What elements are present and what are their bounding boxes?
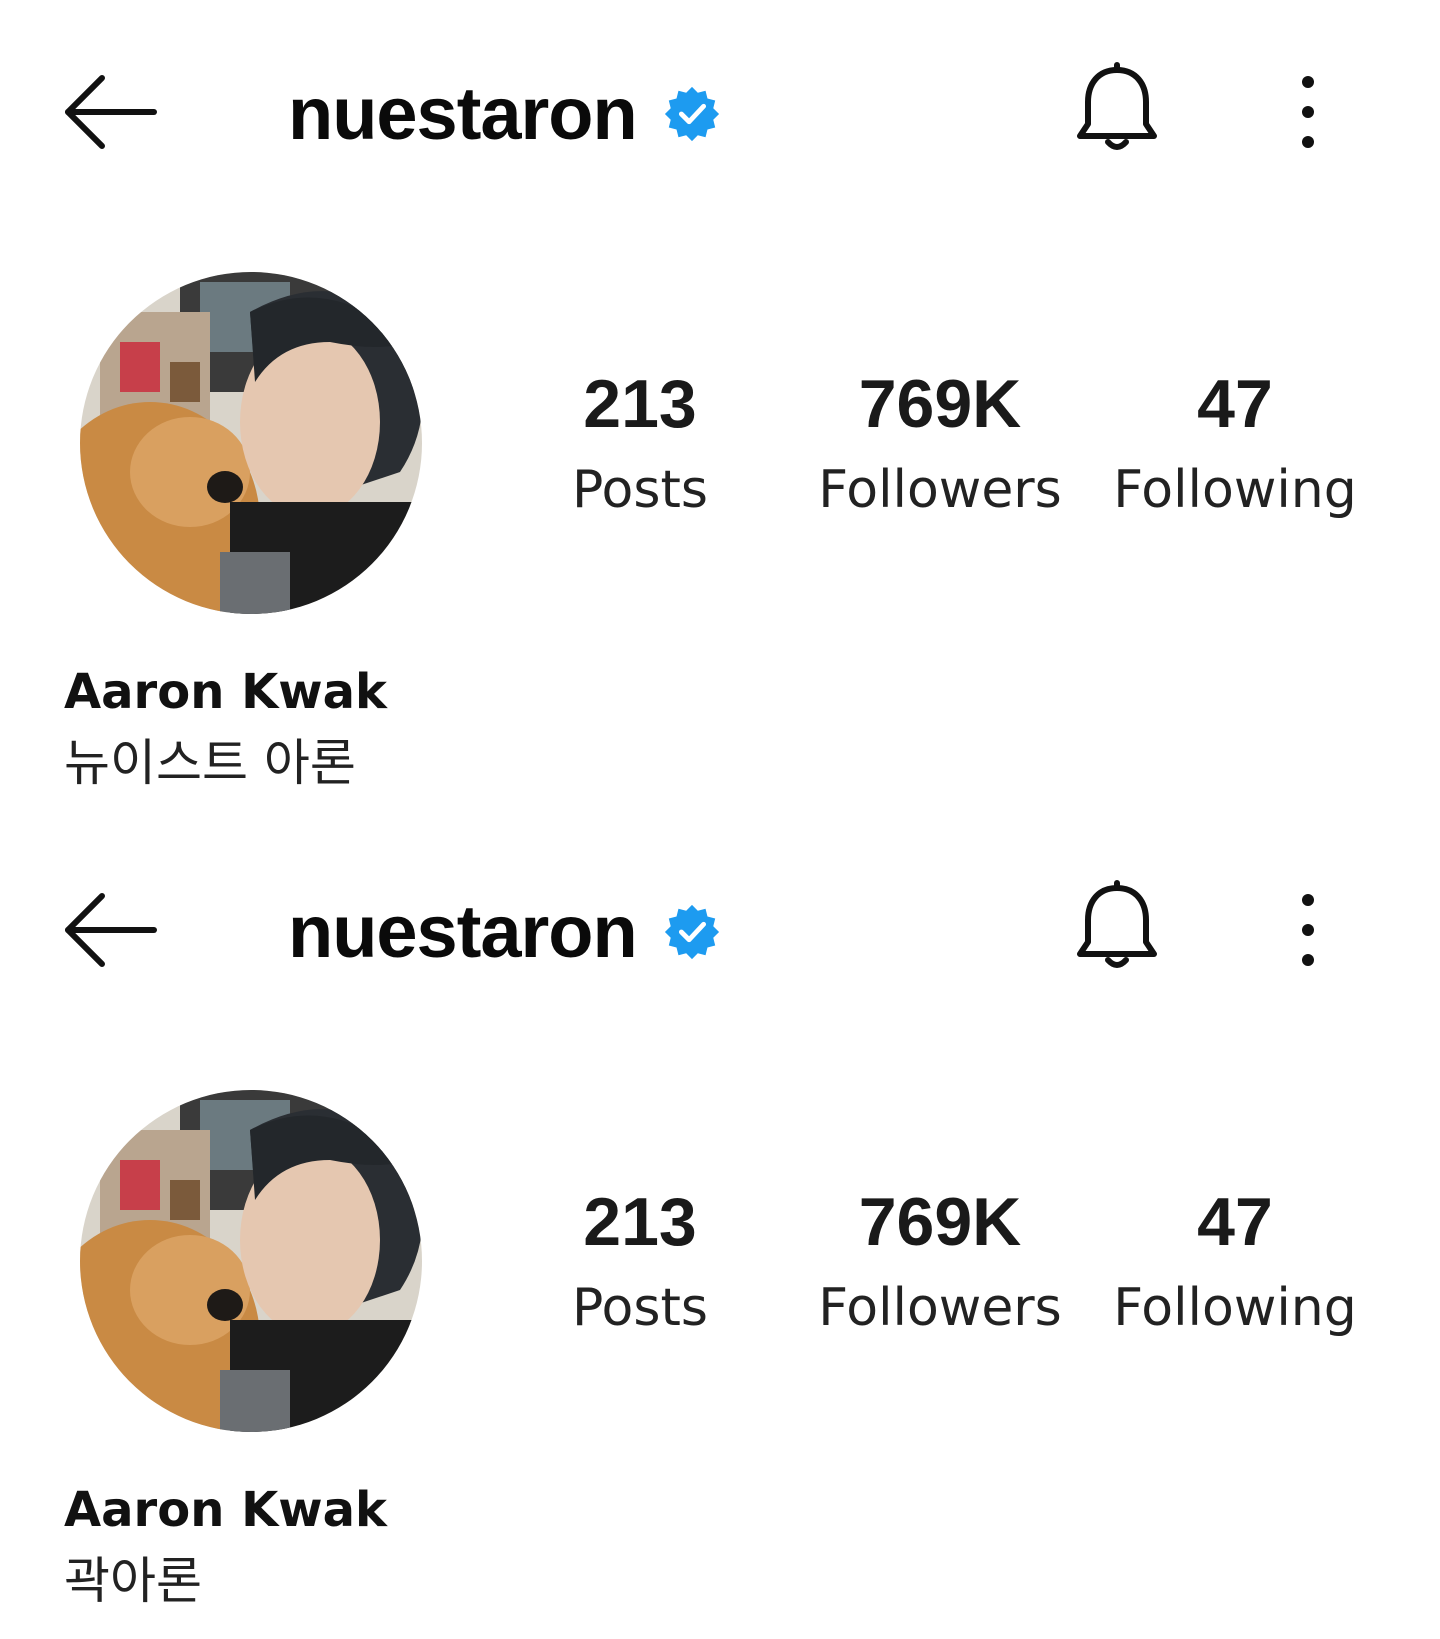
bio: 곽아론 <box>64 1552 202 1610</box>
followers-label: Followers <box>818 460 1062 520</box>
back-button[interactable] <box>62 72 162 152</box>
followers-label: Followers <box>818 1278 1062 1338</box>
username: nuestaron <box>288 890 638 973</box>
username: nuestaron <box>288 72 638 155</box>
posts-value: 213 <box>583 1184 697 1260</box>
posts-count[interactable]: 213 Posts <box>560 370 720 516</box>
profile-header-1: nuestaron 213 Posts 769K Followers 47 Fo… <box>0 0 1440 820</box>
profile-avatar[interactable] <box>80 272 422 614</box>
back-arrow-icon <box>65 893 157 967</box>
following-value: 47 <box>1197 366 1273 442</box>
posts-count[interactable]: 213 Posts <box>560 1188 720 1334</box>
avatar-image <box>80 272 422 614</box>
posts-label: Posts <box>572 460 708 520</box>
more-options-button[interactable] <box>1280 890 1336 970</box>
followers-value: 769K <box>858 366 1022 442</box>
notifications-button[interactable] <box>1072 62 1162 158</box>
display-name: Aaron Kwak <box>64 1482 387 1538</box>
bell-icon <box>1077 62 1157 150</box>
more-vertical-icon <box>1302 894 1314 966</box>
following-label: Following <box>1113 460 1357 520</box>
followers-count[interactable]: 769K Followers <box>810 370 1070 516</box>
verified-badge-icon <box>663 85 721 143</box>
followers-value: 769K <box>858 1184 1022 1260</box>
username-row: nuestaron <box>288 882 721 982</box>
more-options-button[interactable] <box>1280 72 1336 152</box>
following-count[interactable]: 47 Following <box>1110 370 1360 516</box>
following-value: 47 <box>1197 1184 1273 1260</box>
notifications-button[interactable] <box>1072 880 1162 976</box>
posts-value: 213 <box>583 366 697 442</box>
bio: 뉴이스트 아론 <box>64 734 356 792</box>
back-arrow-icon <box>65 75 157 149</box>
following-label: Following <box>1113 1278 1357 1338</box>
posts-label: Posts <box>572 1278 708 1338</box>
followers-count[interactable]: 769K Followers <box>810 1188 1070 1334</box>
profile-header-2: nuestaron 213 Posts 769K Followers 47 Fo… <box>0 818 1440 1638</box>
back-button[interactable] <box>62 890 162 970</box>
more-vertical-icon <box>1302 76 1314 148</box>
avatar-image <box>80 1090 422 1432</box>
following-count[interactable]: 47 Following <box>1110 1188 1360 1334</box>
bell-icon <box>1077 880 1157 968</box>
profile-avatar[interactable] <box>80 1090 422 1432</box>
verified-badge-icon <box>663 903 721 961</box>
username-row: nuestaron <box>288 64 721 164</box>
display-name: Aaron Kwak <box>64 664 387 720</box>
